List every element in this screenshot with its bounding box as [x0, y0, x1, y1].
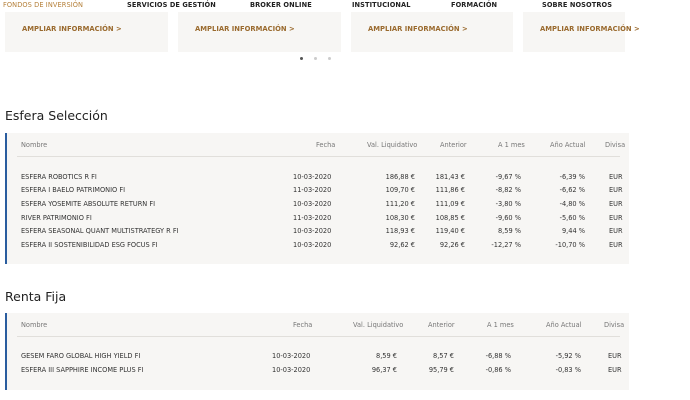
fund-previous: 181,43 € — [435, 173, 465, 181]
fund-name[interactable]: RIVER PATRIMONIO FI — [21, 214, 92, 222]
card: AMPLIAR INFORMACIÓN > — [178, 12, 341, 52]
fund-previous: 111,09 € — [435, 200, 465, 208]
fund-currency: EUR — [609, 214, 623, 222]
fund-nav: 108,30 € — [385, 214, 415, 222]
nav-item-servicios[interactable]: SERVICIOS DE GESTIÓN — [127, 1, 216, 9]
fund-1-month: 8,59 % — [497, 227, 521, 235]
fund-previous: 108,85 € — [435, 214, 465, 222]
fund-1-month: -0,86 % — [485, 366, 511, 374]
fund-1-month: -9,60 % — [495, 214, 521, 222]
fund-nav: 111,20 € — [385, 200, 415, 208]
column-header-fecha: Fecha — [316, 141, 336, 149]
carousel-dot[interactable] — [314, 57, 317, 60]
fund-name[interactable]: ESFERA II SOSTENIBILIDAD ESG FOCUS FI — [21, 241, 158, 249]
fund-1-month: -8,82 % — [495, 186, 521, 194]
fund-nav: 109,70 € — [385, 186, 415, 194]
ampliar-informacion-link[interactable]: AMPLIAR INFORMACIÓN > — [22, 25, 122, 33]
fund-1-month: -9,67 % — [495, 173, 521, 181]
fund-name[interactable]: ESFERA III SAPPHIRE INCOME PLUS FI — [21, 366, 143, 374]
fund-previous: 8,57 € — [433, 352, 454, 360]
fund-currency: EUR — [608, 366, 622, 374]
fund-nav: 186,88 € — [385, 173, 415, 181]
top-navigation: FONDOS DE INVERSIÓN SERVICIOS DE GESTIÓN… — [0, 0, 690, 12]
fund-ytd: -0,83 % — [555, 366, 581, 374]
fund-previous: 92,26 € — [439, 241, 465, 249]
fund-ytd: -4,80 % — [559, 200, 585, 208]
fund-ytd: -6,39 % — [559, 173, 585, 181]
fund-date: 10-03-2020 — [293, 173, 332, 181]
fund-nav: 92,62 € — [389, 241, 415, 249]
fund-1-month: -6,88 % — [485, 352, 511, 360]
ampliar-informacion-link[interactable]: AMPLIAR INFORMACIÓN > — [540, 25, 640, 33]
fund-ytd: -10,70 % — [555, 241, 585, 249]
column-header-ano-actual: Año Actual — [546, 321, 582, 329]
fund-name[interactable]: GESEM FARO GLOBAL HIGH YIELD FI — [21, 352, 140, 360]
column-header-anterior: Anterior — [440, 141, 467, 149]
fund-currency: EUR — [609, 200, 623, 208]
fund-date: 11-03-2020 — [293, 186, 332, 194]
nav-item-institucional[interactable]: INSTITUCIONAL — [352, 1, 411, 9]
column-header-fecha: Fecha — [293, 321, 313, 329]
column-header-nombre: Nombre — [21, 141, 48, 149]
fund-name[interactable]: ESFERA SEASONAL QUANT MULTISTRATEGY R FI — [21, 227, 179, 235]
fund-currency: EUR — [609, 186, 623, 194]
column-header-divisa: Divisa — [605, 141, 626, 149]
nav-item-fondos[interactable]: FONDOS DE INVERSIÓN — [3, 1, 83, 9]
fund-date: 10-03-2020 — [293, 200, 332, 208]
column-header-anterior: Anterior — [428, 321, 455, 329]
fund-date: 10-03-2020 — [293, 227, 332, 235]
column-header-val-liquidativo: Val. Liquidativo — [353, 321, 404, 329]
column-header-a-1-mes: A 1 mes — [487, 321, 514, 329]
section-title-renta-fija: Renta Fija — [5, 289, 67, 304]
column-header-val-liquidativo: Val. Liquidativo — [367, 141, 418, 149]
card: AMPLIAR INFORMACIÓN > — [5, 12, 168, 52]
column-header-a-1-mes: A 1 mes — [498, 141, 525, 149]
card: AMPLIAR INFORMACIÓN > — [351, 12, 513, 52]
fund-name[interactable]: ESFERA I BAELO PATRIMONIO FI — [21, 186, 125, 194]
ampliar-informacion-link[interactable]: AMPLIAR INFORMACIÓN > — [195, 25, 295, 33]
fund-date: 10-03-2020 — [272, 366, 311, 374]
fund-currency: EUR — [609, 173, 623, 181]
fund-nav: 96,37 € — [371, 366, 397, 374]
fund-name[interactable]: ESFERA YOSEMITE ABSOLUTE RETURN FI — [21, 200, 155, 208]
fund-name[interactable]: ESFERA ROBOTICS R FI — [21, 173, 97, 181]
fund-previous: 119,40 € — [435, 227, 465, 235]
fund-1-month: -3,80 % — [495, 200, 521, 208]
fund-nav: 8,59 € — [376, 352, 397, 360]
fund-ytd: 9,44 % — [561, 227, 585, 235]
fund-date: 10-03-2020 — [272, 352, 311, 360]
column-header-divisa: Divisa — [604, 321, 625, 329]
fund-currency: EUR — [609, 241, 623, 249]
header-divider — [17, 156, 620, 157]
fund-ytd: -6,62 % — [559, 186, 585, 194]
funds-table-renta-fija: Nombre Fecha Val. Liquidativo Anterior A… — [5, 313, 629, 390]
fund-ytd: -5,60 % — [559, 214, 585, 222]
carousel-dot[interactable] — [300, 57, 303, 60]
fund-date: 11-03-2020 — [293, 214, 332, 222]
fund-previous: 95,79 € — [428, 366, 454, 374]
carousel-dot[interactable] — [328, 57, 331, 60]
fund-previous: 111,86 € — [435, 186, 465, 194]
header-divider — [17, 336, 620, 337]
column-header-nombre: Nombre — [21, 321, 48, 329]
fund-date: 10-03-2020 — [293, 241, 332, 249]
column-header-ano-actual: Año Actual — [550, 141, 586, 149]
funds-table-esfera-seleccion: Nombre Fecha Val. Liquidativo Anterior A… — [5, 133, 629, 264]
nav-item-sobre-nosotros[interactable]: SOBRE NOSOTROS — [542, 1, 612, 9]
nav-item-formacion[interactable]: FORMACIÓN — [451, 1, 497, 9]
nav-item-broker[interactable]: BROKER ONLINE — [250, 1, 312, 9]
section-title-esfera-seleccion: Esfera Selección — [5, 108, 108, 123]
fund-nav: 118,93 € — [385, 227, 415, 235]
card: AMPLIAR INFORMACIÓN > — [523, 12, 640, 52]
fund-ytd: -5,92 % — [555, 352, 581, 360]
fund-currency: EUR — [608, 352, 622, 360]
fund-currency: EUR — [609, 227, 623, 235]
ampliar-informacion-link[interactable]: AMPLIAR INFORMACIÓN > — [368, 25, 468, 33]
carousel-cards: AMPLIAR INFORMACIÓN > AMPLIAR INFORMACIÓ… — [0, 12, 690, 52]
fund-1-month: -12,27 % — [491, 241, 521, 249]
